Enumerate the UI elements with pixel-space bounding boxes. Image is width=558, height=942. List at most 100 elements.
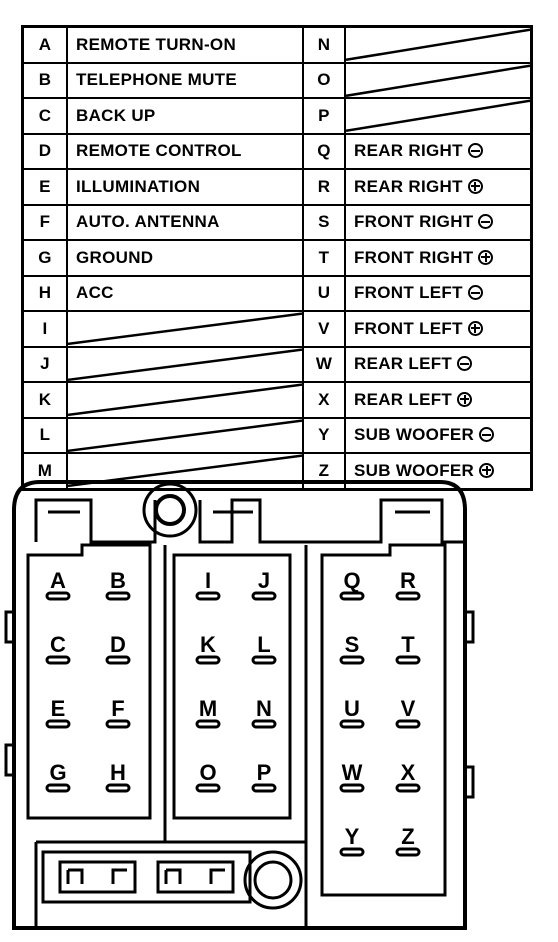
pin-letter: O: [302, 61, 346, 99]
pin-letter: E: [21, 168, 68, 206]
pin-letter: X: [302, 381, 346, 419]
pin-function: TELEPHONE MUTE: [66, 61, 304, 99]
connector-pin-label: J: [258, 568, 270, 593]
pin-letter: A: [21, 25, 68, 64]
pin-letter: K: [21, 381, 68, 419]
minus-circle-icon: [467, 285, 483, 301]
pin-function: BACK UP: [66, 97, 304, 135]
connector-pin-label: C: [50, 632, 66, 657]
connector-pin-slot: [339, 847, 365, 857]
pin-function: FRONT RIGHT: [344, 203, 533, 241]
mounting-hole-bottom: [243, 850, 303, 910]
pin-letter: F: [21, 203, 68, 241]
minus-circle-icon: [479, 427, 495, 443]
connector-pin-label: B: [110, 568, 126, 593]
connector-diagram: A B C D E F G H I J K L M N O P Q R S T U V W X Y Z: [4, 480, 475, 930]
table-row: L Y SUB WOOFER: [21, 416, 533, 454]
pin-function: REAR RIGHT: [344, 168, 533, 206]
pin-letter: N: [302, 25, 346, 64]
connector-pin-slot: [45, 655, 71, 665]
connector-pin-slot: [105, 591, 131, 601]
connector-pin-label: I: [205, 568, 211, 593]
pin-function: REAR LEFT: [344, 381, 533, 419]
fuse-slot-1: [58, 860, 137, 894]
unused-pin-cell: [344, 25, 533, 64]
connector-pin-label: O: [199, 760, 216, 785]
connector-pin-slot: [45, 591, 71, 601]
side-tab-left-2: [4, 743, 16, 777]
pin-assignment-table: A REMOTE TURN-ON N B TELEPHONE MUTE O C BACK UP…: [21, 25, 533, 491]
connector-pin-slot: [105, 783, 131, 793]
connector-pin-slot: [251, 783, 277, 793]
left-pin-block: [26, 543, 152, 820]
plus-circle-icon: [457, 391, 473, 407]
connector-pin-slot: [395, 783, 421, 793]
minus-circle-icon: [478, 214, 494, 230]
connector-pin-slot: [195, 591, 221, 601]
pin-letter: Y: [302, 416, 346, 454]
table-row: F AUTO. ANTENNA S FRONT RIGHT: [21, 203, 533, 241]
connector-pin-slot: [45, 719, 71, 729]
connector-pin-slot: [251, 591, 277, 601]
connector-pin-slot: [395, 655, 421, 665]
table-row: B TELEPHONE MUTE O: [21, 61, 533, 99]
connector-pin-slot: [251, 719, 277, 729]
connector-pin-slot: [395, 591, 421, 601]
table-row: J W REAR LEFT: [21, 345, 533, 383]
connector-pin-slot: [339, 591, 365, 601]
pin-letter: D: [21, 132, 68, 170]
fuse-slot-2: [156, 860, 235, 894]
pin-function: ILLUMINATION: [66, 168, 304, 206]
connector-pin-slot: [339, 719, 365, 729]
minus-circle-icon: [467, 143, 483, 159]
connector-pin-label: S: [345, 632, 360, 657]
connector-pin-label: Q: [343, 568, 360, 593]
table-row: G GROUND T FRONT RIGHT: [21, 239, 533, 277]
table-row: I V FRONT LEFT: [21, 310, 533, 348]
connector-pin-label: H: [110, 760, 126, 785]
connector-pin-label: E: [51, 696, 66, 721]
side-tab-right-2: [463, 765, 475, 799]
connector-pin-label: X: [401, 760, 416, 785]
connector-pin-slot: [105, 719, 131, 729]
side-tab-left-1: [4, 610, 16, 644]
pin-letter: G: [21, 239, 68, 277]
table-row: D REMOTE CONTROL Q REAR RIGHT: [21, 132, 533, 170]
unused-pin-cell: [344, 97, 533, 135]
side-tab-right-1: [463, 610, 475, 644]
pin-letter: C: [21, 97, 68, 135]
pin-function: FRONT LEFT: [344, 274, 533, 312]
unused-pin-cell: [66, 310, 304, 348]
unused-pin-cell: [66, 345, 304, 383]
connector-pin-label: F: [111, 696, 124, 721]
connector-pin-slot: [339, 783, 365, 793]
pin-letter: L: [21, 416, 68, 454]
plus-circle-icon: [467, 320, 483, 336]
pin-letter: S: [302, 203, 346, 241]
mounting-hole-top: [142, 482, 198, 538]
unused-pin-cell: [344, 61, 533, 99]
connector-pin-slot: [195, 783, 221, 793]
unused-pin-cell: [66, 381, 304, 419]
connector-pin-slot: [195, 719, 221, 729]
pin-letter: I: [21, 310, 68, 348]
plus-circle-icon: [467, 178, 483, 194]
pin-function: FRONT RIGHT: [344, 239, 533, 277]
connector-pin-label: V: [401, 696, 416, 721]
inner-frame: [34, 498, 465, 544]
connector-pin-label: M: [199, 696, 217, 721]
table-row: E ILLUMINATION R REAR RIGHT: [21, 168, 533, 206]
pin-letter: V: [302, 310, 346, 348]
connector-pin-label: Y: [345, 824, 360, 849]
table-row: H ACC U FRONT LEFT: [21, 274, 533, 312]
pin-function: REAR RIGHT: [344, 132, 533, 170]
pin-function: SUB WOOFER: [344, 416, 533, 454]
table-row: K X REAR LEFT: [21, 381, 533, 419]
connector-pin-label: R: [400, 568, 416, 593]
pin-function: GROUND: [66, 239, 304, 277]
pin-function: REAR LEFT: [344, 345, 533, 383]
connector-pin-label: D: [110, 632, 126, 657]
connector-pin-label: T: [401, 632, 415, 657]
connector-pin-label: P: [257, 760, 272, 785]
pin-function: AUTO. ANTENNA: [66, 203, 304, 241]
